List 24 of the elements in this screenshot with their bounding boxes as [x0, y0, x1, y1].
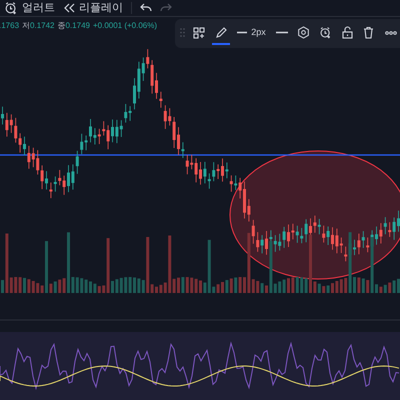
undo-icon [140, 3, 152, 13]
grid-icon [193, 26, 206, 38]
ohlc-label: 종 [58, 20, 66, 32]
ohlc-value: .1763 [0, 20, 20, 32]
trash-icon [363, 26, 374, 39]
alarm-clock-icon [4, 1, 18, 15]
drag-handle-icon [180, 28, 186, 37]
alarm-clock-icon [319, 26, 332, 39]
unlocked-padlock-icon [342, 26, 353, 39]
rewind-icon [63, 3, 75, 13]
pencil-icon [214, 26, 227, 38]
more-icon [384, 30, 397, 34]
ohlc-value: 0.1742 [30, 20, 54, 32]
alert-button[interactable]: 얼러트 [4, 0, 55, 16]
ohlc-value: +0.0001 (+0.06%) [92, 20, 158, 32]
redo-icon [160, 3, 172, 13]
undo-button[interactable] [140, 3, 152, 13]
line-icon [276, 31, 288, 34]
ohlc-label: 저 [22, 20, 30, 32]
ohlc-value: 0.1749 [66, 20, 90, 32]
line-width-button[interactable]: 2px [233, 22, 270, 44]
settings-icon [297, 26, 310, 39]
replay-button[interactable]: 리플레이 [63, 0, 123, 16]
line-icon [237, 31, 248, 34]
